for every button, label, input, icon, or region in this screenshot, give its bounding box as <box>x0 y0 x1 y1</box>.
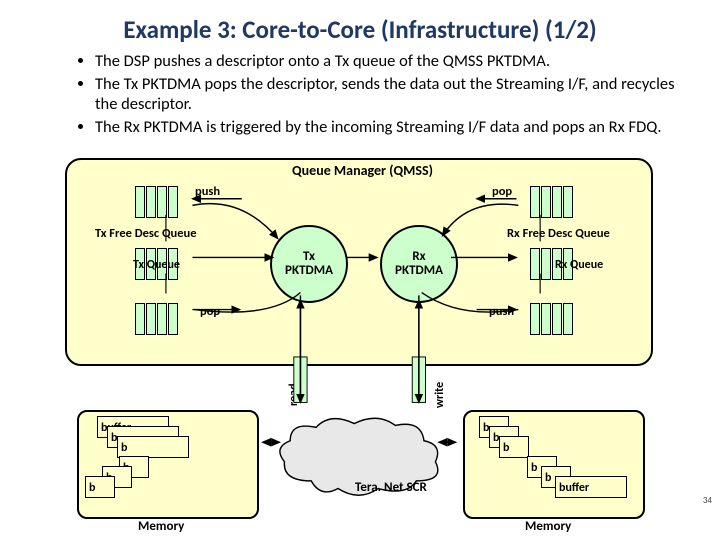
slide-title: Example 3: Core-to-Core (Infrastructure)… <box>0 0 720 51</box>
push-label-right: push <box>489 304 514 319</box>
page-number: 34 <box>703 495 712 506</box>
teranet-label: Tera. Net SCR <box>355 480 427 495</box>
tx-free-queue <box>135 186 178 218</box>
rx-in-queue <box>530 303 573 335</box>
tx-out-queue <box>135 303 178 335</box>
tx-pktdma: Tx PKTDMA <box>270 225 348 303</box>
write-label: write <box>433 382 447 408</box>
rx-queue-label: Rx Queue <box>555 258 603 272</box>
memory-right-label: Memory <box>525 519 571 534</box>
pop-label-left: pop <box>200 304 220 319</box>
rx-free-label: Rx Free Desc Queue <box>507 226 610 241</box>
bullet-item: The Tx PKTDMA pops the descriptor, sends… <box>95 74 675 115</box>
tx-queue-label: Tx Queue <box>133 258 180 272</box>
memory-left-label: Memory <box>138 519 184 534</box>
bullet-item: The DSP pushes a descriptor onto a Tx qu… <box>95 51 675 72</box>
push-label-left: push <box>195 184 220 199</box>
read-label: read <box>287 383 301 406</box>
bullet-list: The DSP pushes a descriptor onto a Tx qu… <box>55 51 675 138</box>
rx-pktdma: Rx PKTDMA <box>380 225 458 303</box>
tx-free-label: Tx Free Desc Queue <box>95 226 197 241</box>
bullet-item: The Rx PKTDMA is triggered by the incomi… <box>95 117 675 138</box>
qmss-title: Queue Manager (QMSS) <box>65 162 660 179</box>
diagram: Queue Manager (QMSS) push pop Tx Free De… <box>65 158 660 518</box>
pop-label-right: pop <box>492 184 512 199</box>
rx-free-queue <box>530 186 573 218</box>
